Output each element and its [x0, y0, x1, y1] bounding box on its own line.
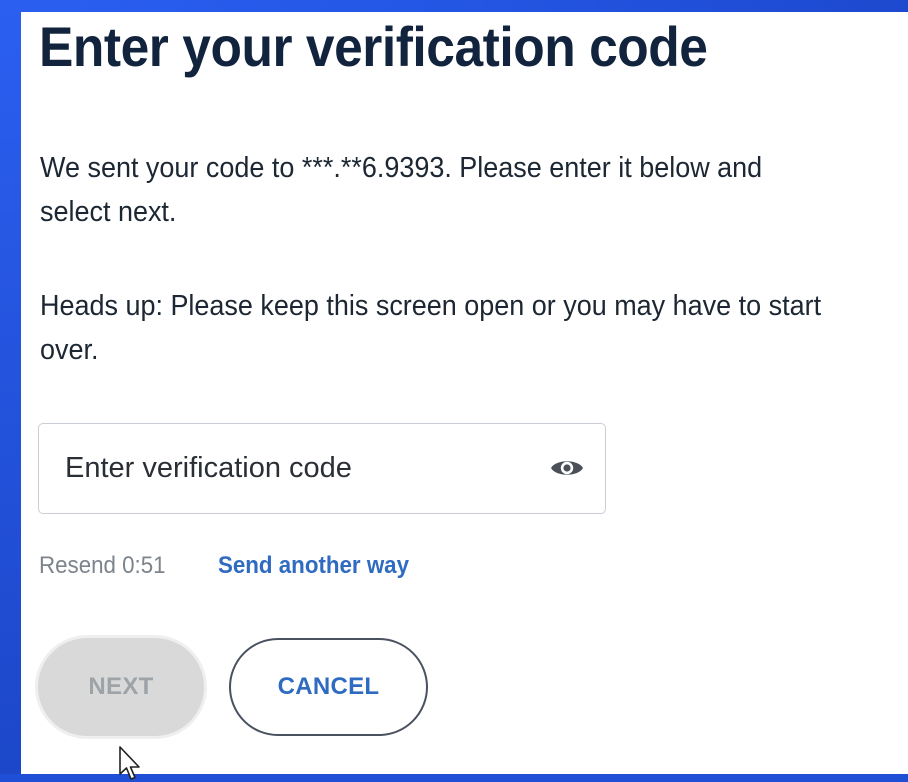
page-title: Enter your verification code — [39, 15, 708, 78]
verification-panel: Enter your verification code We sent you… — [21, 12, 908, 780]
heads-up-message: Heads up: Please keep this screen open o… — [40, 290, 822, 366]
eye-icon[interactable] — [550, 456, 584, 480]
cancel-button[interactable]: CANCEL — [229, 638, 428, 736]
window-frame-left — [0, 0, 21, 774]
mouse-pointer-icon — [119, 746, 140, 780]
next-button-label: NEXT — [88, 673, 154, 700]
resend-countdown: Resend 0:51 — [39, 552, 166, 579]
verification-code-field[interactable] — [38, 423, 606, 514]
verification-code-input[interactable] — [65, 424, 535, 513]
next-button[interactable]: NEXT — [38, 638, 204, 736]
cancel-button-label: CANCEL — [277, 673, 380, 700]
send-another-way-link[interactable]: Send another way — [218, 552, 409, 580]
code-sent-message: We sent your code to ***.**6.9393. Pleas… — [40, 152, 763, 228]
window-frame-top — [0, 0, 908, 12]
